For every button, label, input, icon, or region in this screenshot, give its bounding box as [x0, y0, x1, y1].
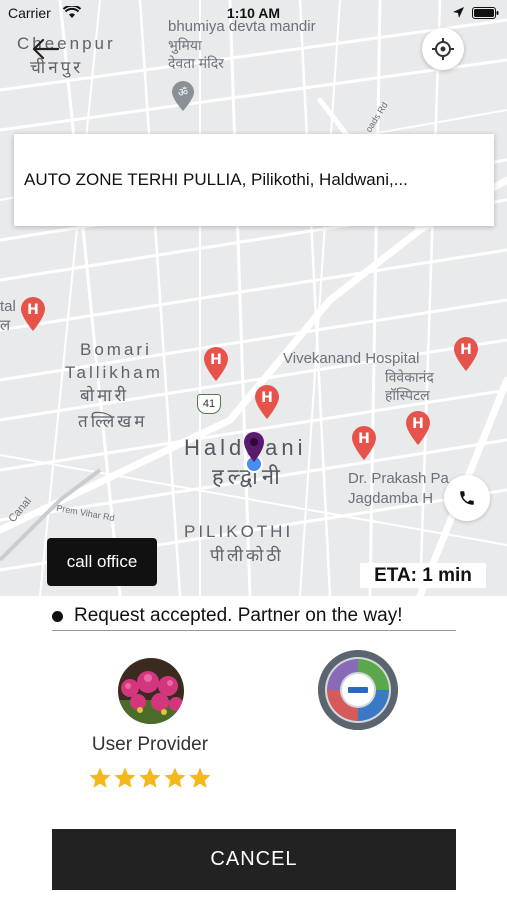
- battery-icon: [472, 7, 499, 19]
- star-icon: [89, 767, 111, 788]
- back-button[interactable]: [30, 36, 60, 62]
- clock: 1:10 AM: [226, 5, 281, 21]
- provider-name: User Provider: [91, 734, 209, 755]
- call-driver-button[interactable]: [444, 475, 490, 521]
- map-label-vivekanand: Vivekanand Hospital: [283, 350, 420, 367]
- map-label-bhumiya-hindi-2: देवता मंदिर: [168, 55, 224, 71]
- highway-shield: 41: [197, 394, 221, 414]
- destination-address: AUTO ZONE TERHI PULLIA, Pilikothi, Haldw…: [24, 170, 408, 189]
- temple-pin-icon: ॐ: [172, 81, 194, 111]
- destination-address-card[interactable]: AUTO ZONE TERHI PULLIA, Pilikothi, Haldw…: [14, 134, 494, 226]
- star-icon: [114, 767, 136, 788]
- rating-stars: [88, 766, 212, 794]
- map-label-jagdamba: Jagdamba H: [348, 490, 434, 507]
- map-label-bomari-hindi: बोमारी: [80, 386, 130, 405]
- map-label-vivekanand-hindi-2: हॉस्पिटल: [385, 387, 430, 403]
- map-label-tallikham: Tallikham: [65, 363, 163, 382]
- company-logo-graphic: [318, 650, 398, 730]
- hospital-pin-icon: H: [21, 297, 45, 331]
- svg-text:ॐ: ॐ: [178, 86, 188, 99]
- svg-text:H: H: [210, 352, 222, 368]
- map-label-pilikothi-hindi: पीलीकोठी: [210, 546, 284, 565]
- svg-text:H: H: [27, 302, 39, 318]
- hospital-pin-icon: H: [352, 426, 376, 460]
- crosshair-icon: [432, 38, 454, 60]
- star-icon: [139, 767, 161, 788]
- map-label-pilikothi: PILIKOTHI: [184, 522, 294, 541]
- status-dot: [52, 610, 63, 622]
- provider-photo: [118, 658, 184, 724]
- map-label-tallikham-hindi: तल्लिखम: [78, 412, 148, 431]
- star-icon: [189, 767, 211, 788]
- avatar[interactable]: [118, 658, 184, 724]
- svg-text:H: H: [412, 416, 424, 432]
- map-label-bomari: Bomari: [80, 340, 152, 359]
- request-status: Request accepted. Partner on the way!: [52, 602, 456, 631]
- star-icon: [164, 767, 186, 788]
- location-arrow-icon: [453, 7, 464, 18]
- hospital-pin-icon: H: [406, 411, 430, 445]
- hospital-pin-icon: H: [255, 385, 279, 419]
- svg-text:H: H: [261, 390, 273, 406]
- status-bar: Carrier 1:10 AM: [0, 0, 507, 26]
- cancel-button[interactable]: CANCEL: [52, 829, 456, 890]
- back-arrow-icon: [32, 38, 60, 60]
- map-label-prakash: Dr. Prakash Pa: [348, 470, 449, 487]
- hospital-pin-icon: H: [204, 347, 228, 381]
- map-label-left-cut-hindi: ल: [0, 317, 11, 334]
- map-label-left-cut: tal: [0, 298, 16, 315]
- company-logo: [318, 650, 398, 730]
- phone-icon: [460, 491, 474, 505]
- hospital-pin-icon: H: [454, 337, 478, 371]
- recenter-button[interactable]: [422, 28, 464, 70]
- destination-pin-icon: [244, 432, 264, 473]
- map-view[interactable]: Cheenpur चीनपुर bhumiya devta mandir भुम…: [0, 0, 507, 596]
- svg-text:H: H: [460, 342, 472, 358]
- eta-badge: ETA: 1 min: [360, 563, 486, 588]
- call-office-button[interactable]: call office: [47, 538, 157, 586]
- svg-text:H: H: [358, 431, 370, 447]
- request-status-text: Request accepted. Partner on the way!: [74, 605, 403, 626]
- map-label-bhumiya-hindi-1: भुमिया: [168, 37, 202, 53]
- map-label-vivekanand-hindi-1: विवेकानंद: [385, 369, 434, 385]
